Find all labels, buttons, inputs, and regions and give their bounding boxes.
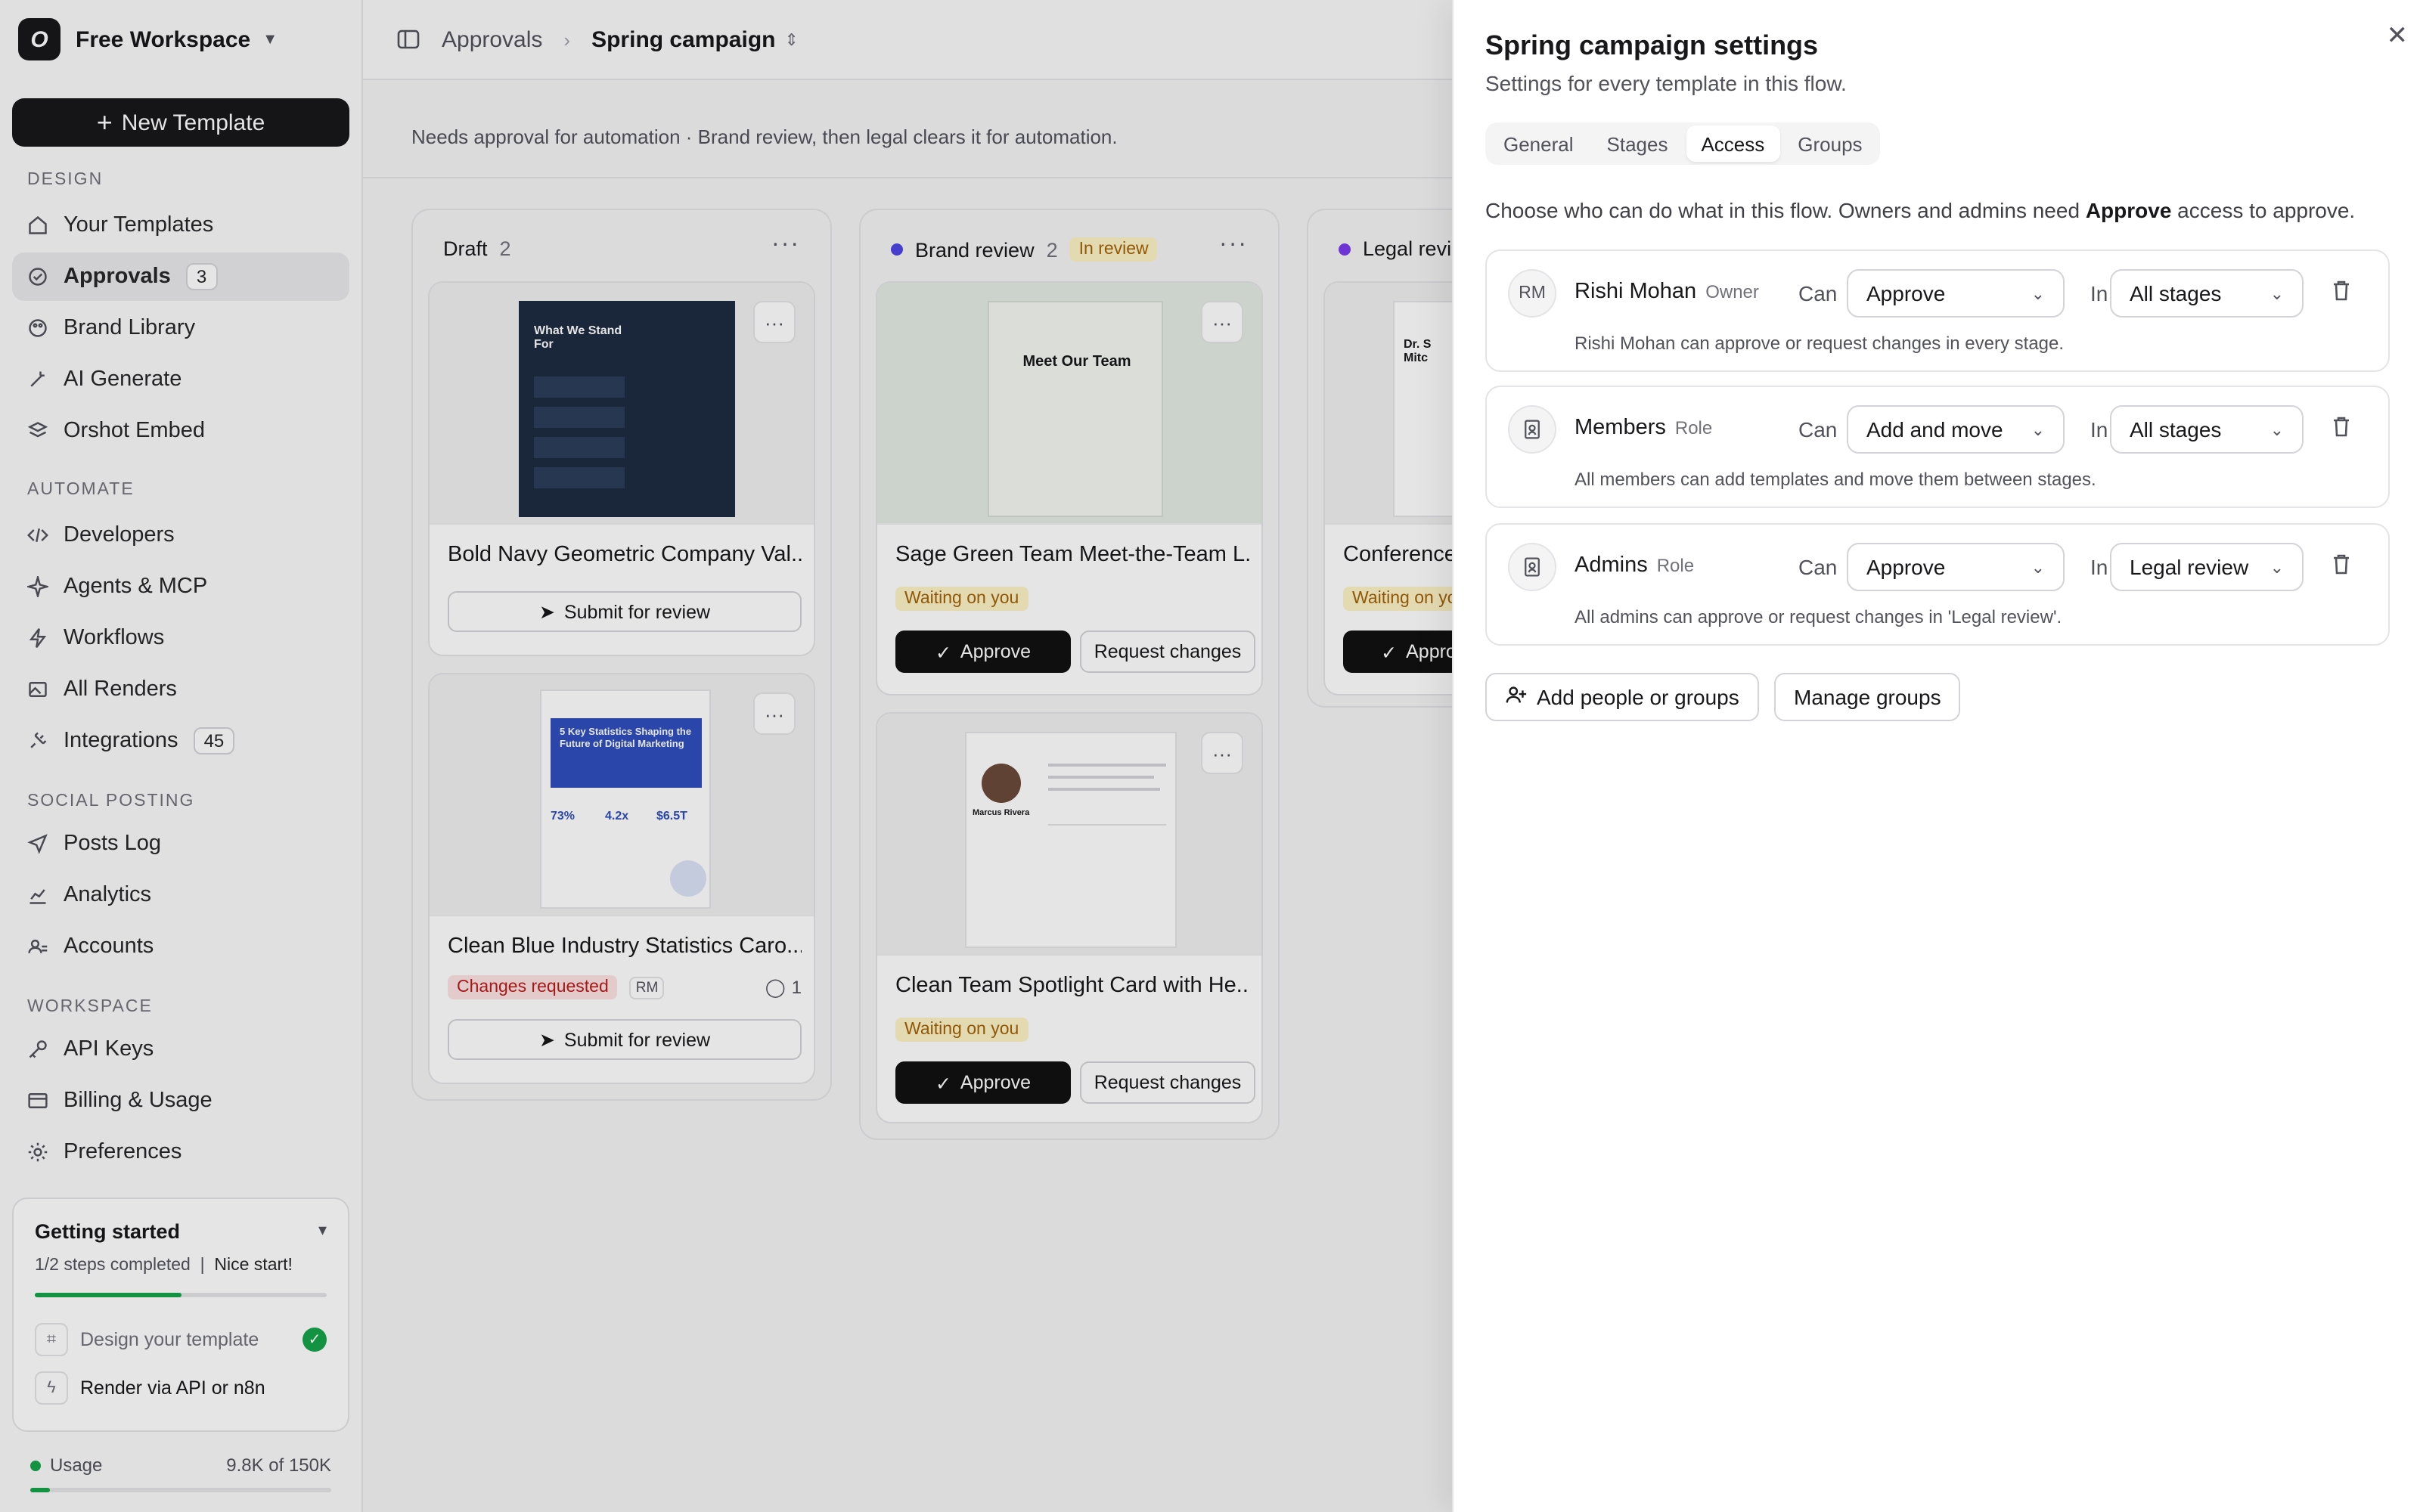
permission-value: Add and move — [1866, 417, 2003, 442]
panel-subtitle: Settings for every template in this flow… — [1485, 71, 1847, 95]
entry-role: Owner — [1705, 281, 1759, 302]
access-entry-owner: RM Rishi Mohan Owner Can Approve ⌄ In All … — [1485, 249, 2390, 372]
add-people-button[interactable]: Add people or groups — [1485, 673, 1759, 721]
tab-access[interactable]: Access — [1686, 125, 1780, 162]
can-label: Can — [1798, 281, 1838, 305]
in-label: In — [2090, 281, 2108, 305]
user-plus-icon — [1505, 683, 1528, 711]
id-card-icon — [1508, 405, 1556, 454]
entry-name: Rishi Mohan Owner — [1575, 280, 1759, 304]
in-label: In — [2090, 555, 2108, 579]
chevron-down-icon: ⌄ — [2270, 421, 2284, 439]
entry-note: All members can add templates and move t… — [1575, 469, 2096, 490]
scope-value: All stages — [2130, 281, 2222, 305]
access-entry-members: Members Role Can Add and move ⌄ In All sta… — [1485, 386, 2390, 508]
permission-select[interactable]: Approve ⌄ — [1847, 543, 2065, 591]
tab-general[interactable]: General — [1488, 125, 1589, 162]
scope-select[interactable]: All stages ⌄ — [2110, 405, 2304, 454]
access-entry-admins: Admins Role Can Approve ⌄ In Legal review ⌄… — [1485, 523, 2390, 646]
chevron-down-icon: ⌄ — [2031, 285, 2045, 303]
entry-role: Role — [1674, 417, 1713, 438]
desc-post: access to approve. — [2171, 198, 2356, 222]
entry-name: Admins Role — [1575, 553, 1694, 578]
entry-role: Role — [1656, 555, 1695, 576]
panel-title: Spring campaign settings — [1485, 30, 1819, 60]
close-icon[interactable]: ✕ — [2387, 21, 2409, 51]
permission-select[interactable]: Approve ⌄ — [1847, 269, 2065, 318]
permission-value: Approve — [1866, 281, 1946, 305]
can-label: Can — [1798, 555, 1838, 579]
scope-select[interactable]: Legal review ⌄ — [2110, 543, 2304, 591]
chevron-down-icon: ⌄ — [2270, 559, 2284, 577]
modal-backdrop[interactable] — [0, 0, 1452, 1512]
settings-panel: Spring campaign settings Settings for ev… — [1452, 0, 2420, 1512]
permission-value: Approve — [1866, 555, 1946, 579]
entry-name-text: Admins — [1575, 553, 1648, 578]
access-description: Choose who can do what in this flow. Own… — [1485, 198, 2355, 222]
trash-icon[interactable] — [2329, 414, 2353, 438]
in-label: In — [2090, 417, 2108, 442]
entry-name-text: Rishi Mohan — [1575, 280, 1697, 304]
entry-note: Rishi Mohan can approve or request chang… — [1575, 333, 2065, 354]
entry-note: All admins can approve or request change… — [1575, 606, 2062, 627]
entry-name-text: Members — [1575, 416, 1666, 440]
can-label: Can — [1798, 417, 1838, 442]
tab-stages[interactable]: Stages — [1592, 125, 1683, 162]
permission-select[interactable]: Add and move ⌄ — [1847, 405, 2065, 454]
avatar: RM — [1508, 269, 1556, 318]
scope-select[interactable]: All stages ⌄ — [2110, 269, 2304, 318]
chevron-down-icon: ⌄ — [2031, 559, 2045, 577]
scope-value: Legal review — [2130, 555, 2249, 579]
settings-tabs: General Stages Access Groups — [1485, 122, 1881, 165]
chevron-down-icon: ⌄ — [2031, 421, 2045, 439]
add-people-label: Add people or groups — [1537, 685, 1739, 709]
tab-groups[interactable]: Groups — [1782, 125, 1877, 162]
desc-pre: Choose who can do what in this flow. Own… — [1485, 198, 2086, 222]
desc-bold: Approve — [2085, 198, 2172, 222]
chevron-down-icon: ⌄ — [2270, 285, 2284, 303]
scope-value: All stages — [2130, 417, 2222, 442]
id-card-icon — [1508, 543, 1556, 591]
entry-name: Members Role — [1575, 416, 1712, 440]
trash-icon[interactable] — [2329, 552, 2353, 576]
trash-icon[interactable] — [2329, 278, 2353, 302]
manage-groups-button[interactable]: Manage groups — [1774, 673, 1961, 721]
